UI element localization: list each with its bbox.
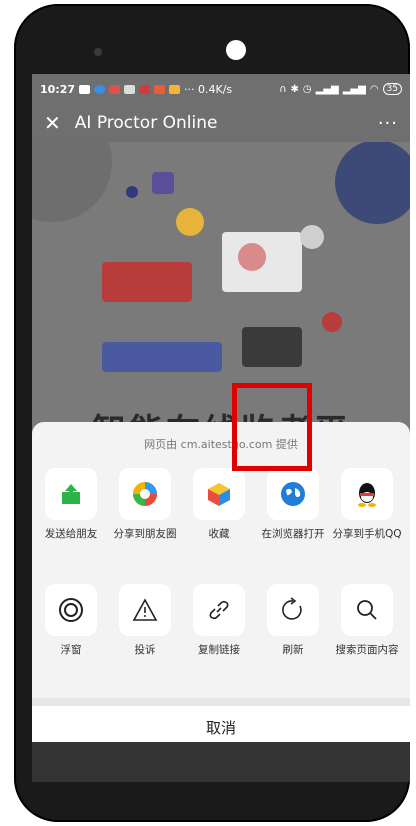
copy-link-icon (193, 584, 245, 636)
browser-icon (267, 468, 319, 520)
page-title: AI Proctor Online (74, 113, 218, 133)
status-time: 10:27 (40, 82, 76, 96)
close-icon[interactable]: ✕ (44, 111, 61, 135)
battery-icon: 35 (382, 83, 402, 95)
app-notification-icon (139, 84, 151, 94)
app-notification-icon (94, 84, 106, 94)
sheet-divider (32, 698, 410, 706)
moments-icon (119, 468, 171, 520)
app-notification-icon (154, 84, 166, 94)
float-window-icon (45, 584, 97, 636)
bluetooth-icon: ✱ (290, 83, 299, 95)
send-to-friend-label: 发送给朋友 (44, 528, 98, 540)
camera-dot (94, 48, 102, 56)
favorite-icon (193, 468, 245, 520)
notification-icon (79, 84, 91, 94)
signal-icon: ▂▄▆ (315, 83, 339, 95)
send-to-friend-icon (45, 468, 97, 520)
page-illustration (32, 102, 410, 432)
moments-button[interactable]: 分享到朋友圈 (108, 468, 182, 541)
favorite-button[interactable]: 收藏 (182, 468, 256, 541)
search-page-label: 搜索页面内容 (335, 644, 399, 656)
net-speed: ··· 0.4K/s (184, 82, 233, 96)
share-to-qq-label: 分享到手机QQ (332, 528, 402, 540)
search-icon (341, 584, 393, 636)
share-sheet: 网页由 cm.aitestgo.com 提供 发送给朋友 分享到朋友圈 收藏 在… (32, 422, 410, 742)
signal-icon: ▂▄▆ (342, 83, 366, 95)
complaint-icon (119, 584, 171, 636)
navigation-area (32, 742, 410, 782)
complaint-button[interactable]: 投诉 (108, 584, 182, 657)
system-icons: ∩ ✱ ◷ ▂▄▆ ▂▄▆ ◠ 35 (279, 83, 402, 95)
favorite-label: 收藏 (208, 528, 230, 540)
front-sensor (226, 40, 246, 60)
action-row: 浮窗 投诉 复制链接 刷新 搜索页面内容 (32, 584, 410, 694)
refresh-icon (267, 584, 319, 636)
refresh-button[interactable]: 刷新 (256, 584, 330, 657)
illustration-graphic (32, 102, 410, 372)
headset-icon: ∩ (279, 83, 287, 95)
moments-label: 分享到朋友圈 (113, 528, 177, 540)
qq-icon (341, 468, 393, 520)
refresh-label: 刷新 (282, 644, 304, 656)
app-notification-icon (124, 84, 136, 94)
share-row: 发送给朋友 分享到朋友圈 收藏 在浏览器打开 分享到手机QQ (32, 468, 410, 578)
provider-text: 网页由 cm.aitestgo.com 提供 (144, 438, 298, 451)
float-window-button[interactable]: 浮窗 (34, 584, 108, 657)
copy-link-label: 复制链接 (198, 644, 240, 656)
phone-screen: 10:27 ··· 0.4K/s ∩ ✱ ◷ ▂▄▆ ▂▄▆ ◠ 35 ✕ AI… (32, 74, 410, 742)
alarm-icon: ◷ (302, 83, 312, 95)
status-bar: 10:27 ··· 0.4K/s ∩ ✱ ◷ ▂▄▆ ▂▄▆ ◠ 35 (32, 74, 410, 104)
search-page-button[interactable]: 搜索页面内容 (330, 584, 404, 657)
more-menu-icon[interactable]: ··· (378, 113, 398, 134)
app-bar: ✕ AI Proctor Online ··· (32, 104, 410, 142)
wifi-icon: ◠ (369, 83, 379, 95)
send-to-friend-button[interactable]: 发送给朋友 (34, 468, 108, 541)
float-window-label: 浮窗 (60, 644, 82, 656)
app-notification-icon (169, 84, 181, 94)
open-in-browser-label: 在浏览器打开 (261, 528, 325, 540)
share-to-qq-button[interactable]: 分享到手机QQ (330, 468, 404, 541)
copy-link-button[interactable]: 复制链接 (182, 584, 256, 657)
app-notification-icon (109, 84, 121, 94)
complaint-label: 投诉 (134, 644, 156, 656)
cancel-button[interactable]: 取消 (32, 706, 410, 742)
open-in-browser-button[interactable]: 在浏览器打开 (256, 468, 330, 541)
